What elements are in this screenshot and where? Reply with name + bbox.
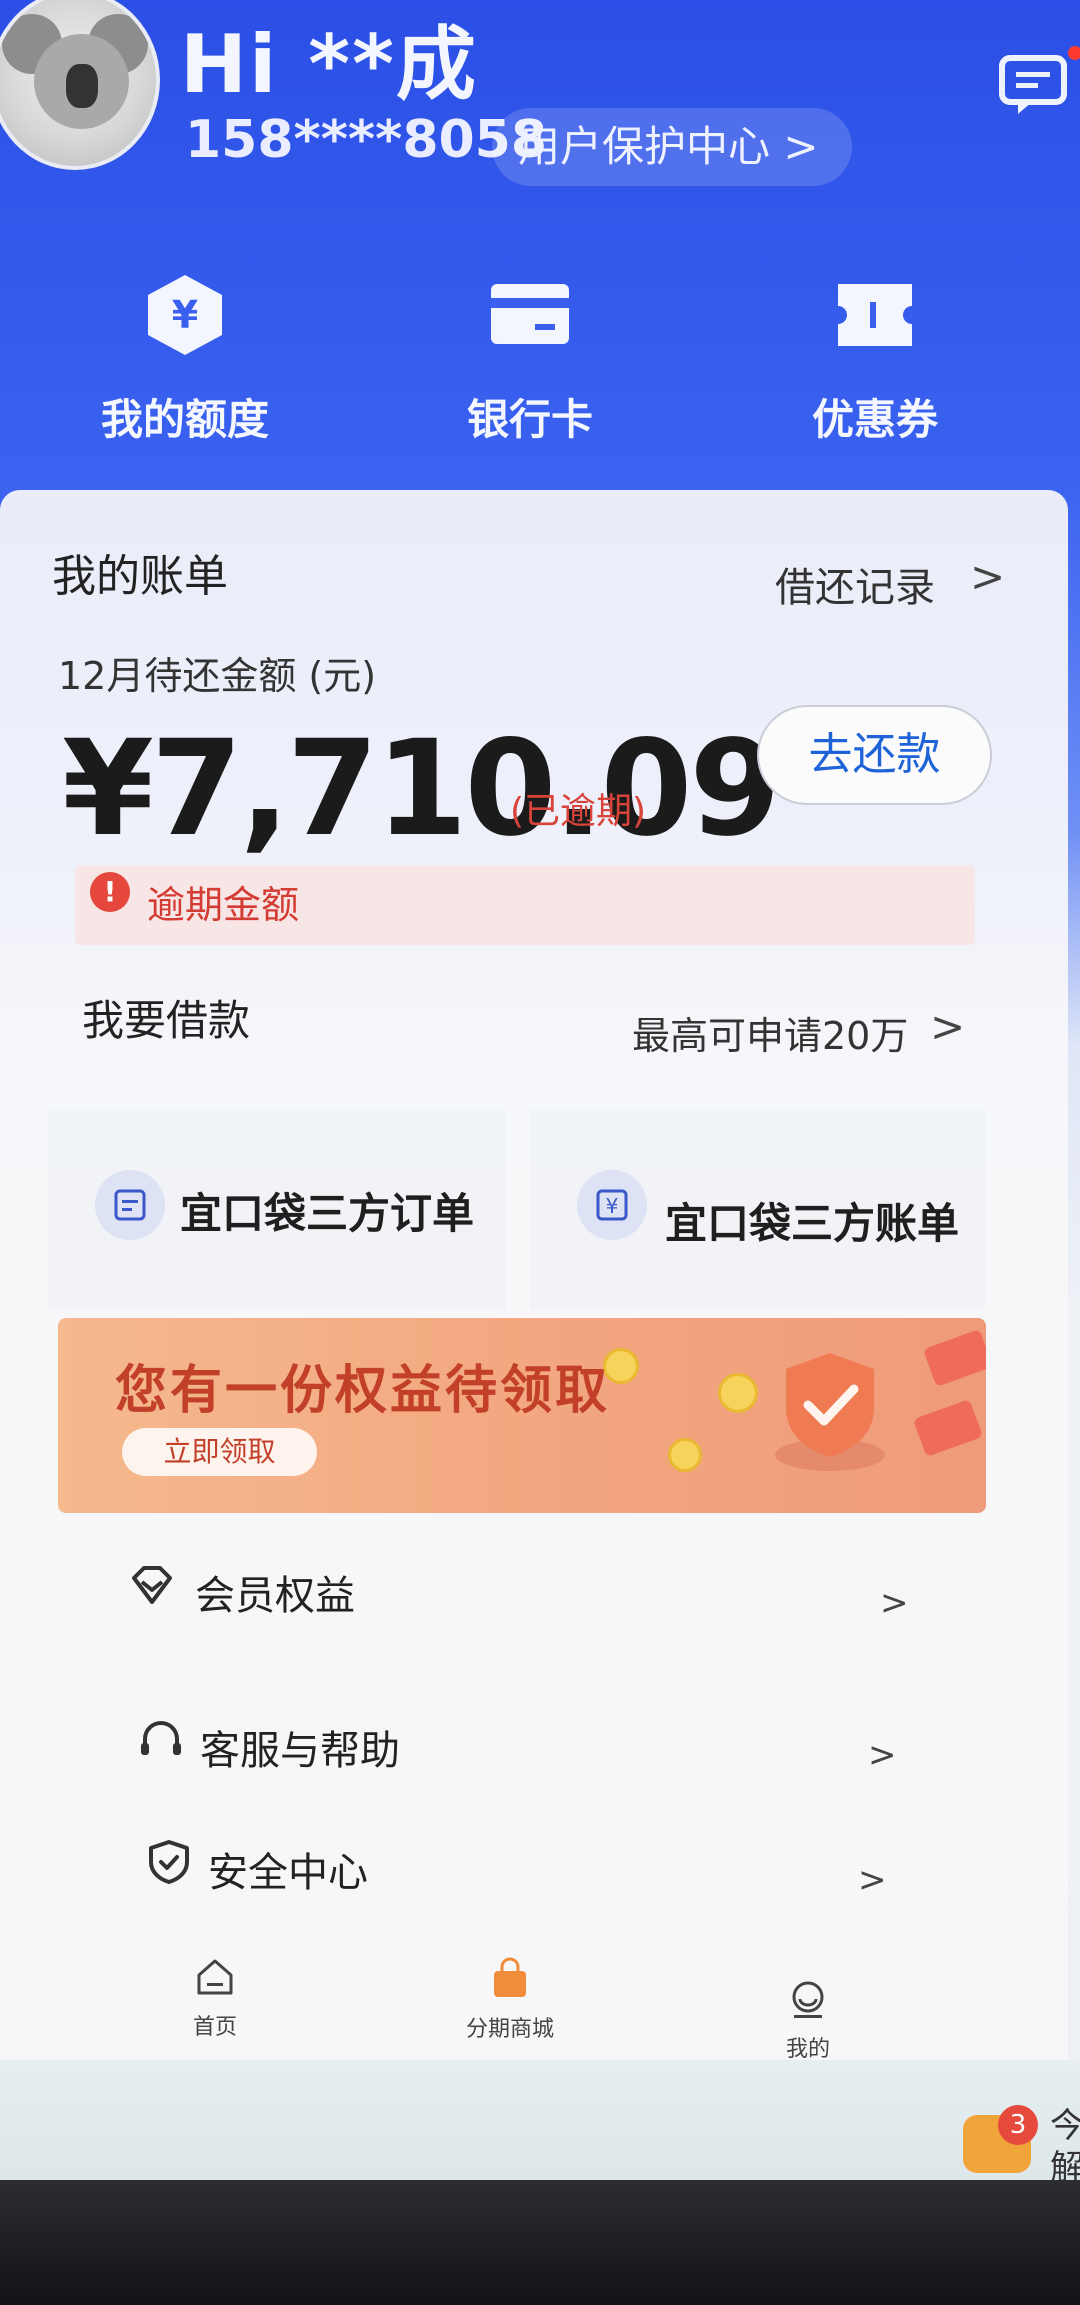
member-diamond-icon — [132, 1566, 172, 1604]
shield-check-icon — [149, 1840, 189, 1884]
ticket-decoration — [922, 1328, 986, 1388]
menu-item-label: 客服与帮助 — [200, 1728, 400, 1774]
tab-profile[interactable]: 我的 — [708, 1977, 908, 2063]
overdue-status: (已逾期) — [510, 791, 647, 832]
svg-text:¥: ¥ — [606, 1194, 619, 1218]
tab-label: 首页 — [192, 2015, 237, 2040]
alert-icon: ! — [90, 872, 130, 912]
due-amount-value: ¥7,710.09 — [62, 712, 781, 866]
profile-icon — [792, 1981, 824, 2018]
user-protection-center-button[interactable]: 用户保护中心 > — [492, 108, 852, 186]
message-icon[interactable] — [998, 52, 1070, 118]
shield-check-illustration — [775, 1353, 885, 1471]
headset-icon — [141, 1721, 181, 1755]
quick-entry-label: 我的额度 — [100, 395, 269, 444]
yuan-hexagon-icon: ¥ — [148, 275, 222, 355]
ticket-decoration — [912, 1398, 984, 1458]
coin-decoration — [668, 1438, 702, 1472]
quick-entry-label: 银行卡 — [466, 395, 593, 444]
tab-label: 分期商城 — [465, 2017, 554, 2042]
borrow-repay-record-link[interactable]: 借还记录 — [775, 555, 935, 613]
greeting-text: Hi **成 — [180, 18, 478, 111]
message-unread-dot — [1068, 46, 1080, 60]
chevron-right-icon[interactable]: > — [868, 1735, 897, 1775]
repay-button[interactable]: 去还款 — [757, 705, 992, 805]
truncated-text: 今 解 — [1050, 2106, 1080, 2180]
tab-installment-mall[interactable]: 分期商城 — [410, 1957, 610, 2043]
chevron-right-icon[interactable]: > — [858, 1860, 887, 1900]
yuan-bill-icon: ¥ — [577, 1170, 647, 1240]
quick-entry-coupon[interactable]: 优惠券 — [745, 270, 1005, 447]
shopping-bag-icon — [494, 1957, 526, 1997]
svg-text:¥: ¥ — [172, 293, 198, 337]
app-screen: Hi **成 158****8058 用户保护中心 > ¥ 我的额度 银行卡 优… — [0, 0, 1080, 2180]
chevron-right-icon[interactable]: > — [880, 1583, 909, 1623]
tab-home[interactable]: 首页 — [115, 1955, 315, 2041]
quick-entry-label: 优惠券 — [811, 395, 938, 444]
due-amount-label: 12月待还金额 (元) — [58, 654, 377, 698]
third-party-order-label: 宜口袋三方订单 — [180, 1189, 475, 1238]
chevron-right-icon[interactable]: > — [970, 552, 1005, 601]
borrow-section-title[interactable]: 我要借款 — [82, 987, 250, 1048]
quick-entry-bank-card[interactable]: 银行卡 — [400, 270, 660, 447]
avatar-nose — [66, 64, 98, 108]
order-icon — [95, 1170, 165, 1240]
benefit-banner-title: 您有一份权益待领取 — [115, 1361, 611, 1421]
bill-section-title: 我的账单 — [52, 551, 228, 602]
claim-now-button[interactable]: 立即领取 — [122, 1428, 317, 1476]
bank-card-icon — [491, 284, 569, 344]
borrow-max-amount[interactable]: 最高可申请20万 — [632, 1005, 908, 1060]
third-party-bill-label: 宜口袋三方账单 — [665, 1199, 960, 1248]
tab-label: 我的 — [785, 2037, 830, 2062]
quick-entry-credit-limit[interactable]: ¥ 我的额度 — [55, 270, 315, 447]
coupon-icon — [838, 284, 912, 346]
bottom-tab-bar: 首页 分期商城 我的 — [0, 1935, 1068, 2065]
underlying-app-strip — [0, 2060, 1080, 2180]
menu-item-label: 会员权益 — [195, 1573, 355, 1619]
avatar[interactable] — [0, 0, 160, 170]
menu-item-label: 安全中心 — [208, 1850, 368, 1896]
coin-decoration — [718, 1373, 758, 1413]
chevron-right-icon[interactable]: > — [930, 1002, 965, 1051]
overdue-amount-alert-text: 逾期金额 — [147, 883, 300, 927]
home-icon — [197, 1959, 233, 1995]
monitor-bezel — [0, 2180, 1080, 2305]
notification-count-badge: 3 — [998, 2105, 1038, 2145]
